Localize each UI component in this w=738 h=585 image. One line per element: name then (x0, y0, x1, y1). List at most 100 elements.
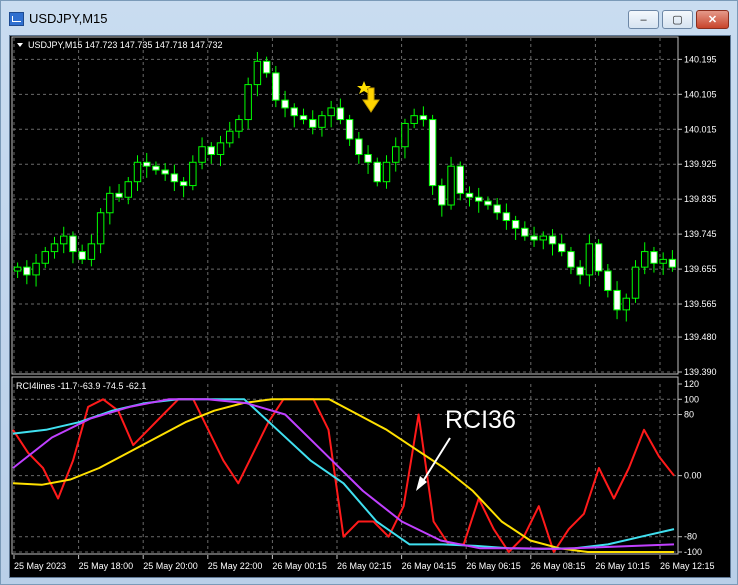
candle-bull (124, 181, 133, 198)
time-axis: 25 May 2023 25 May 18:00 25 May 20:00 25 Ma… (13, 555, 715, 571)
chart-area[interactable]: 140.195 140.105 140.015 139.925 139.835 139.7… (9, 35, 731, 578)
annotation-arrow-icon (416, 437, 451, 491)
indicator-tick-label: 120 (684, 379, 699, 389)
candle-bull (13, 266, 22, 272)
price-tick-label: 140.195 (684, 54, 717, 64)
indicator-tick-label: -100 (684, 547, 702, 557)
close-button[interactable]: ✕ (696, 10, 729, 29)
price-tick-label: 139.480 (684, 332, 717, 342)
candle-bull (253, 60, 262, 86)
price-tick-label: 139.745 (684, 229, 717, 239)
candle-bear (290, 107, 299, 117)
candle-bull (631, 266, 640, 299)
price-tick-label: 139.835 (684, 194, 717, 204)
candle-bull (198, 146, 206, 163)
indicator-axis: 120 100 80 0.00 -80 -100 (678, 379, 702, 557)
candle-bear (299, 115, 308, 121)
candle-bull (327, 107, 335, 117)
candle-bear (604, 270, 612, 291)
candle-bear (567, 251, 575, 268)
candle-bull (189, 161, 197, 187)
candle-bear (355, 138, 363, 156)
time-tick-label: 26 May 10:15 (595, 561, 650, 571)
candle-bull (318, 115, 326, 128)
candle-bull (622, 297, 631, 311)
candle-bear (650, 251, 658, 264)
candle-bull (216, 142, 225, 156)
minimize-button[interactable]: – (628, 10, 659, 29)
price-tick-label: 139.565 (684, 299, 717, 309)
time-tick-label: 26 May 12:15 (660, 561, 715, 571)
candle-bull (133, 161, 142, 183)
chart-menu-icon[interactable] (17, 43, 23, 47)
candle-bull (59, 235, 68, 245)
candle-bear (548, 235, 557, 245)
candle-bear (142, 161, 151, 167)
candle-bear (521, 227, 529, 237)
candle-bull (659, 258, 667, 264)
time-tick-label: 25 May 20:00 (143, 561, 198, 571)
candle-bear (419, 115, 428, 121)
signal-markers (357, 81, 380, 113)
candle-bear (78, 251, 86, 260)
indicator-tick-label: 100 (684, 394, 699, 404)
price-tick-label: 139.925 (684, 159, 717, 169)
candle-bear (23, 266, 31, 276)
indicator-frame (11, 376, 679, 555)
candle-bear (456, 165, 465, 194)
candle-bull (41, 251, 50, 264)
chart-info-text: USDJPY,M15 147.723 147.735 147.718 147.7… (28, 40, 223, 50)
candle-bear (345, 119, 354, 140)
candle-bear (613, 289, 621, 311)
candle-bear (668, 258, 677, 268)
price-tick-label: 139.390 (684, 367, 717, 377)
candle-bull (244, 84, 252, 121)
maximize-button[interactable]: ▢ (662, 10, 693, 29)
indicator-grid (13, 384, 677, 553)
candle-bear (281, 99, 289, 109)
candle-bear (170, 173, 179, 183)
candle-bull (225, 130, 234, 144)
candle-bear (364, 154, 372, 163)
time-tick-label: 25 May 22:00 (208, 561, 263, 571)
time-tick-label: 25 May 2023 (14, 561, 66, 571)
price-tick-label: 139.655 (684, 264, 717, 274)
time-tick-label: 26 May 02:15 (337, 561, 392, 571)
indicator-tick-label: 80 (684, 410, 694, 420)
window-title: USDJPY,M15 (29, 11, 108, 26)
time-tick-label: 26 May 06:15 (466, 561, 521, 571)
candle-bear (152, 165, 160, 171)
price-axis: 140.195 140.105 140.015 139.925 139.835 139.7… (678, 54, 717, 377)
candle-bull (50, 243, 59, 253)
candle-bear (272, 72, 280, 101)
title-bar[interactable]: USDJPY,M15 – ▢ ✕ (1, 1, 737, 35)
candlesticks (13, 51, 677, 322)
candle-bull (539, 235, 548, 241)
indicator-info-text: RCI4lines -11.7 -63.9 -74.5 -62.1 (16, 381, 146, 391)
time-tick-label: 26 May 08:15 (531, 561, 586, 571)
candle-bear (336, 107, 345, 121)
candle-bear (179, 181, 188, 187)
chart-window-icon (9, 12, 24, 26)
candle-bull (410, 115, 418, 124)
rci36-annotation: RCI36 (445, 406, 516, 434)
candle-bull (401, 122, 409, 148)
candle-bear (207, 146, 216, 156)
candle-bull (235, 119, 243, 132)
candle-bear (493, 204, 501, 214)
candle-bear (465, 192, 474, 198)
candle-bear (438, 185, 446, 206)
candle-bull (447, 165, 455, 206)
candle-bear (502, 212, 511, 222)
candle-bear (474, 196, 483, 202)
candle-bull (382, 161, 391, 183)
price-tick-label: 140.015 (684, 124, 717, 134)
candle-bull (640, 251, 649, 268)
candle-bear (557, 243, 566, 253)
candle-bear (115, 192, 123, 198)
candle-bull (96, 212, 105, 245)
candle-bull (32, 262, 40, 276)
candle-bear (428, 119, 437, 187)
indicator-tick-label: 0.00 (684, 471, 702, 481)
candle-bull (87, 243, 96, 260)
